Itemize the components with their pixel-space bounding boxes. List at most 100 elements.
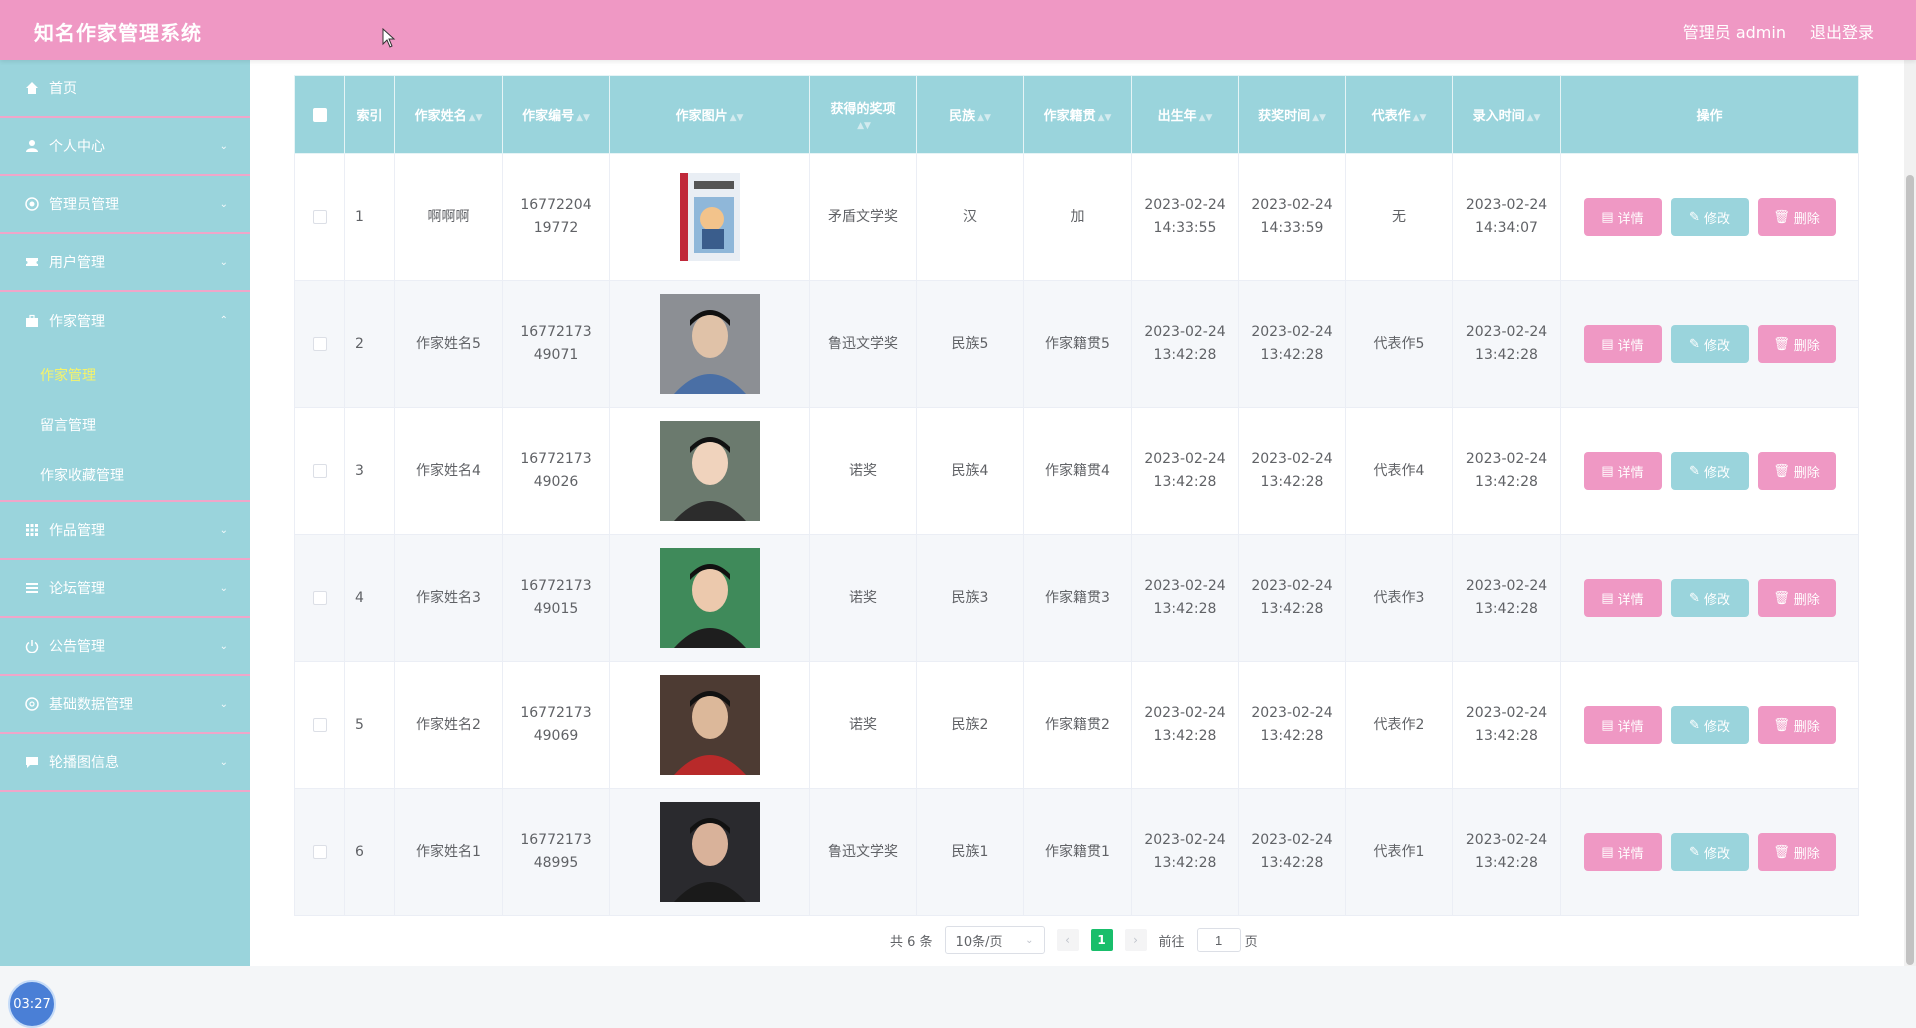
- prev-page-button[interactable]: ‹: [1056, 929, 1079, 951]
- column-header-award-time[interactable]: 获奖时间 ▲▼: [1238, 75, 1346, 154]
- goto-prefix: 前往: [1158, 934, 1185, 950]
- edit-button[interactable]: ✎ 修改: [1670, 325, 1749, 363]
- edit-button[interactable]: ✎ 修改: [1670, 452, 1749, 490]
- cell-entry: 2023-02-24 13:42:28: [1452, 280, 1561, 408]
- sidebar-item-writers[interactable]: 作家管理 ⌃: [0, 292, 250, 350]
- cell-code: 1677217349071: [502, 280, 610, 408]
- sidebar-item-label: 作家管理: [49, 314, 105, 330]
- table-row: 4 作家姓名3 1677217349015 诺奖 民族3 作家籍贯3 2023-02-24 …: [294, 534, 1859, 662]
- detail-button[interactable]: ▤ 详情: [1583, 706, 1662, 744]
- cell-code: 1677217349069: [502, 661, 610, 789]
- cell-work: 代表作3: [1345, 534, 1453, 662]
- row-checkbox[interactable]: [312, 463, 327, 478]
- detail-button[interactable]: ▤ 详情: [1583, 452, 1662, 490]
- column-header-origin[interactable]: 作家籍贯 ▲▼: [1023, 75, 1132, 154]
- cell-ethnic: 汉: [916, 153, 1024, 281]
- cell-work: 代表作1: [1345, 788, 1453, 916]
- detail-button[interactable]: ▤ 详情: [1583, 198, 1662, 236]
- sidebar-subitem-favorite-manage[interactable]: 作家收藏管理: [0, 450, 250, 500]
- edit-button[interactable]: ✎ 修改: [1670, 198, 1749, 236]
- writer-photo-portrait: [659, 802, 760, 902]
- sidebar-item-label: 论坛管理: [49, 581, 105, 597]
- logout-link[interactable]: 退出登录: [1810, 19, 1874, 43]
- cell-birth: 2023-02-24 14:33:55: [1131, 153, 1239, 281]
- cell-ethnic: 民族4: [916, 407, 1024, 535]
- scrollbar-thumb[interactable]: [1906, 175, 1914, 965]
- admin-label: 管理员 admin: [1682, 23, 1786, 42]
- column-header-entry[interactable]: 录入时间 ▲▼: [1452, 75, 1561, 154]
- edit-button[interactable]: ✎ 修改: [1670, 579, 1749, 617]
- detail-button[interactable]: ▤ 详情: [1583, 579, 1662, 617]
- sidebar-subitem-writer-manage[interactable]: 作家管理: [0, 350, 250, 400]
- delete-button[interactable]: 🗑 删除: [1757, 706, 1836, 744]
- detail-button[interactable]: ▤ 详情: [1583, 325, 1662, 363]
- delete-button[interactable]: 🗑 删除: [1757, 833, 1836, 871]
- cell-award: 鲁迅文学奖: [809, 280, 917, 408]
- sidebar-item-notice[interactable]: 公告管理 ⌄: [0, 618, 250, 676]
- cell-birth: 2023-02-24 13:42:28: [1131, 280, 1239, 408]
- edit-button[interactable]: ✎ 修改: [1670, 706, 1749, 744]
- edit-button[interactable]: ✎ 修改: [1670, 833, 1749, 871]
- row-checkbox[interactable]: [312, 717, 327, 732]
- delete-button[interactable]: 🗑 删除: [1757, 198, 1836, 236]
- delete-button[interactable]: 🗑 删除: [1757, 579, 1836, 617]
- row-select-cell[interactable]: [294, 153, 345, 281]
- sidebar-item-works[interactable]: 作品管理 ⌄: [0, 502, 250, 560]
- chevron-down-icon: ⌄: [219, 141, 228, 152]
- row-checkbox[interactable]: [312, 844, 327, 859]
- column-header-ethnic[interactable]: 民族 ▲▼: [916, 75, 1024, 154]
- sidebar-item-label: 用户管理: [49, 255, 105, 271]
- row-select-cell[interactable]: [294, 661, 345, 789]
- select-all-header[interactable]: [294, 75, 345, 154]
- column-header-photo[interactable]: 作家图片 ▲▼: [609, 75, 810, 154]
- cell-origin: 作家籍贯4: [1023, 407, 1132, 535]
- column-header-work[interactable]: 代表作 ▲▼: [1345, 75, 1453, 154]
- delete-button[interactable]: 🗑 删除: [1757, 452, 1836, 490]
- row-select-cell[interactable]: [294, 407, 345, 535]
- column-header-birth[interactable]: 出生年 ▲▼: [1131, 75, 1239, 154]
- row-select-cell[interactable]: [294, 788, 345, 916]
- next-page-button[interactable]: ›: [1124, 929, 1147, 951]
- sidebar-item-admin[interactable]: 管理员管理 ⌄: [0, 176, 250, 234]
- sidebar-item-carousel[interactable]: 轮播图信息 ⌄: [0, 734, 250, 792]
- row-checkbox[interactable]: [312, 590, 327, 605]
- column-header-code[interactable]: 作家编号 ▲▼: [502, 75, 610, 154]
- select-all-checkbox[interactable]: [312, 107, 327, 122]
- chevron-down-icon: ⌄: [219, 583, 228, 594]
- column-header-name[interactable]: 作家姓名 ▲▼: [394, 75, 503, 154]
- scrollbar[interactable]: [1904, 60, 1916, 966]
- row-checkbox[interactable]: [312, 209, 327, 224]
- cell-index: 3: [344, 407, 395, 535]
- writer-photo-portrait: [659, 421, 760, 521]
- row-checkbox[interactable]: [312, 336, 327, 351]
- home-icon: [24, 80, 40, 96]
- clock-widget[interactable]: 03:27: [8, 980, 56, 1028]
- detail-button[interactable]: ▤ 详情: [1583, 833, 1662, 871]
- pencil-icon: ✎: [1689, 717, 1700, 732]
- sidebar-item-basic-data[interactable]: 基础数据管理 ⌄: [0, 676, 250, 734]
- row-select-cell[interactable]: [294, 280, 345, 408]
- goto-page-input[interactable]: [1196, 928, 1241, 952]
- grid-icon: [24, 522, 40, 538]
- chevron-down-icon: ⌄: [219, 199, 228, 210]
- sidebar-item-profile[interactable]: 个人中心 ⌄: [0, 118, 250, 176]
- chevron-down-icon: ⌄: [219, 257, 228, 268]
- page-number-active[interactable]: 1: [1090, 929, 1113, 951]
- cell-entry: 2023-02-24 13:42:28: [1452, 661, 1561, 789]
- document-icon: ▤: [1601, 463, 1614, 478]
- sidebar-item-forum[interactable]: 论坛管理 ⌄: [0, 560, 250, 618]
- pencil-icon: ✎: [1689, 336, 1700, 351]
- pencil-icon: ✎: [1689, 844, 1700, 859]
- cell-code: 1677220419772: [502, 153, 610, 281]
- sidebar-item-home[interactable]: 首页: [0, 60, 250, 118]
- sidebar-item-users[interactable]: 用户管理 ⌄: [0, 234, 250, 292]
- sidebar-item-label: 作品管理: [49, 523, 105, 539]
- row-select-cell[interactable]: [294, 534, 345, 662]
- column-header-award[interactable]: 获得的奖项 ▲▼: [809, 75, 917, 154]
- cell-actions: ▤ 详情 ✎ 修改 🗑 删除: [1560, 280, 1859, 408]
- table-row: 2 作家姓名5 1677217349071 鲁迅文学奖 民族5 作家籍贯5 2023-02-…: [294, 280, 1859, 408]
- cell-award-time: 2023-02-24 13:42:28: [1238, 280, 1346, 408]
- sidebar-subitem-message-manage[interactable]: 留言管理: [0, 400, 250, 450]
- delete-button[interactable]: 🗑 删除: [1757, 325, 1836, 363]
- page-size-select[interactable]: 10条/页 ⌄: [944, 926, 1045, 954]
